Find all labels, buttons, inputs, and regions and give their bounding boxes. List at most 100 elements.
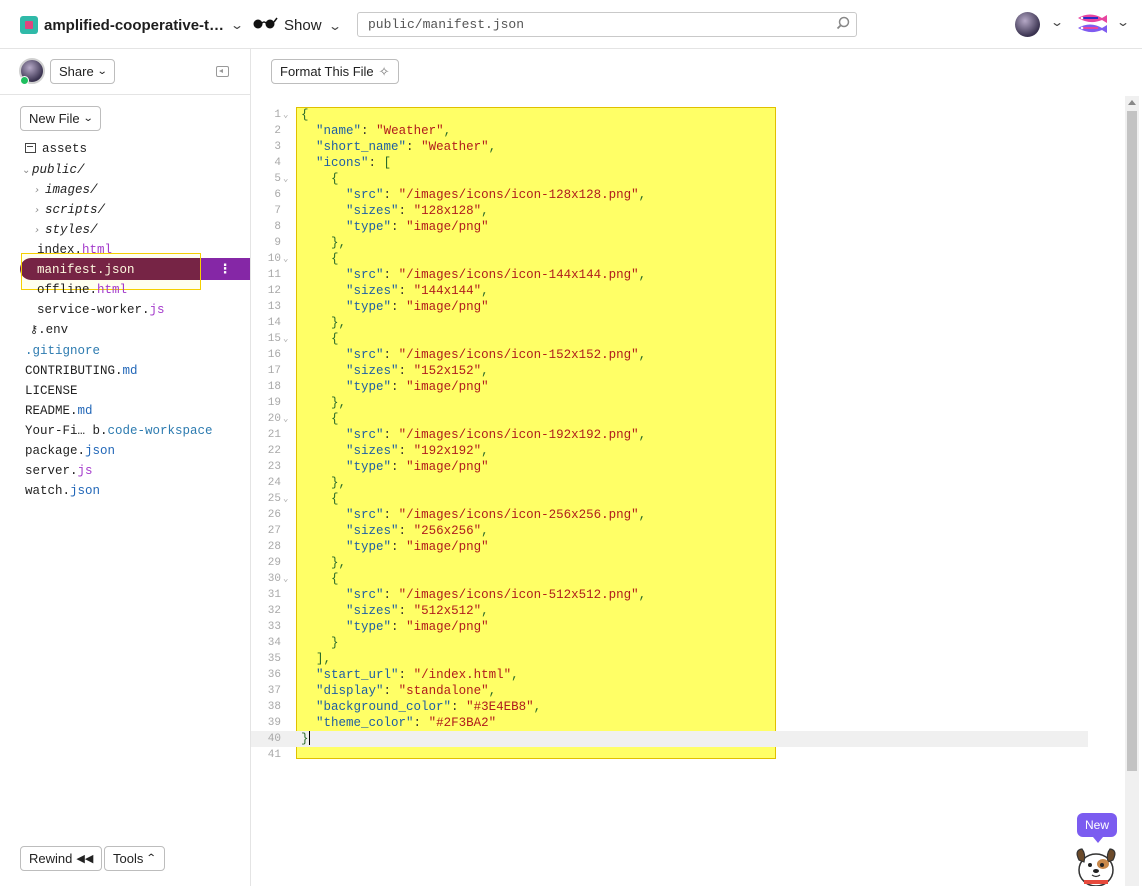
code-line[interactable]: 41 [251,747,1088,763]
file-item-manifest-json[interactable]: manifest.json [37,260,135,280]
search-input[interactable] [358,13,818,36]
new-badge[interactable]: New [1077,813,1117,843]
file-item-env[interactable]: ⚷.env [30,320,68,340]
line-number: 26 [267,509,281,521]
folder-item-scripts[interactable]: › scripts/ [35,200,105,220]
line-number: 23 [267,461,281,473]
code-line[interactable]: 1 ⌄ { [251,107,1088,123]
file-item-server-js[interactable]: server.js [25,461,93,481]
code-text: }, [301,316,347,330]
code-line[interactable]: 12 "sizes": "144x144", [251,283,1088,299]
code-line[interactable]: 35 ], [251,651,1088,667]
code-line[interactable]: 20 ⌄ { [251,411,1088,427]
line-number: 19 [267,397,281,409]
code-line[interactable]: 22 "sizes": "192x192", [251,443,1088,459]
line-number: 16 [267,349,281,361]
code-line[interactable]: 27 "sizes": "256x256", [251,523,1088,539]
code-line[interactable]: 14 }, [251,315,1088,331]
code-line[interactable]: 8 "type": "image/png" [251,219,1088,235]
code-line[interactable]: 24 }, [251,475,1088,491]
code-line[interactable]: 5 ⌄ { [251,171,1088,187]
code-line[interactable]: 16 "src": "/images/icons/icon-152x152.pn… [251,347,1088,363]
code-line[interactable]: 25 ⌄ { [251,491,1088,507]
file-item-license[interactable]: LICENSE [25,381,78,401]
scrollbar-thumb[interactable] [1127,111,1137,771]
scroll-up-arrow-icon[interactable] [1128,100,1136,105]
chevron-down-icon[interactable]: ⌄ [1050,15,1064,29]
code-line[interactable]: 30 ⌄ { [251,571,1088,587]
rewind-button[interactable]: Rewind ◀◀ [20,846,103,871]
fold-toggle-icon[interactable]: ⌄ [283,107,288,123]
file-item-readme-md[interactable]: README.md [25,401,93,421]
format-file-button[interactable]: Format This File ✧ [271,59,399,84]
file-item-code-workspace[interactable]: Your-Fi… b.code-workspace [25,421,213,441]
show-button[interactable]: Show ⌄ [252,16,342,35]
code-line[interactable]: 10 ⌄ { [251,251,1088,267]
code-line[interactable]: 4 "icons": [ [251,155,1088,171]
code-line[interactable]: 17 "sizes": "152x152", [251,363,1088,379]
sidebar-header: Share ⌄ [0,49,250,95]
code-line[interactable]: 29 }, [251,555,1088,571]
tools-button[interactable]: Tools ⌃ [104,846,165,871]
code-line[interactable]: 37 "display": "standalone", [251,683,1088,699]
user-avatar[interactable] [1015,12,1040,37]
glasses-icon [252,16,278,35]
code-line[interactable]: 40} [251,731,1088,747]
chevron-down-icon[interactable]: ⌄ [1116,15,1130,29]
project-menu[interactable]: amplified-cooperative-t… ⌄ [20,16,244,34]
file-item-service-worker-js[interactable]: service-worker.js [37,300,165,320]
code-line[interactable]: 11 "src": "/images/icons/icon-144x144.pn… [251,267,1088,283]
code-line[interactable]: 32 "sizes": "512x512", [251,603,1088,619]
file-item-index-html[interactable]: index.html [37,240,112,260]
code-line[interactable]: 39 "theme_color": "#2F3BA2" [251,715,1088,731]
code-line[interactable]: 2 "name": "Weather", [251,123,1088,139]
code-line[interactable]: 34 } [251,635,1088,651]
file-item-package-json[interactable]: package.json [25,441,115,461]
code-line[interactable]: 15 ⌄ { [251,331,1088,347]
file-item-watch-json[interactable]: watch.json [25,481,100,501]
fold-toggle-icon[interactable]: ⌄ [283,491,288,507]
fold-toggle-icon[interactable]: ⌄ [283,251,288,267]
file-ext: html [97,283,128,297]
file-name: manifest.json [37,263,135,277]
code-line[interactable]: 23 "type": "image/png" [251,459,1088,475]
fold-toggle-icon[interactable]: ⌄ [283,571,288,587]
code-line[interactable]: 38 "background_color": "#3E4EB8", [251,699,1088,715]
code-line[interactable]: 13 "type": "image/png" [251,299,1088,315]
code-line[interactable]: 18 "type": "image/png" [251,379,1088,395]
file-item-assets[interactable]: assets [25,139,87,159]
line-number: 17 [267,365,281,377]
fold-toggle-icon[interactable]: ⌄ [283,331,288,347]
code-line[interactable]: 28 "type": "image/png" [251,539,1088,555]
code-line[interactable]: 6 "src": "/images/icons/icon-128x128.png… [251,187,1088,203]
code-line[interactable]: 19 }, [251,395,1088,411]
code-line[interactable]: 21 "src": "/images/icons/icon-192x192.pn… [251,427,1088,443]
code-line[interactable]: 31 "src": "/images/icons/icon-512x512.pn… [251,587,1088,603]
code-line[interactable]: 3 "short_name": "Weather", [251,139,1088,155]
dog-mascot-icon[interactable] [1070,840,1122,886]
folder-item-images[interactable]: › images/ [35,180,98,200]
code-line[interactable]: 36 "start_url": "/index.html", [251,667,1088,683]
glitch-fish-logo-icon[interactable] [1076,13,1108,35]
fold-toggle-icon[interactable]: ⌄ [283,171,288,187]
folder-item-styles[interactable]: › styles/ [35,220,98,240]
vertical-scrollbar[interactable] [1125,96,1139,886]
code-line[interactable]: 7 "sizes": "128x128", [251,203,1088,219]
line-number: 28 [267,541,281,553]
file-name: LICENSE [25,384,78,398]
code-line[interactable]: 9 }, [251,235,1088,251]
file-item-contributing-md[interactable]: CONTRIBUTING.md [25,361,138,381]
search-bar[interactable] [357,12,857,37]
share-button[interactable]: Share ⌄ [50,59,116,84]
collapse-sidebar-icon[interactable] [216,66,229,77]
file-options-button[interactable]: ⋮ [200,258,250,280]
new-file-button[interactable]: New File ⌄ [20,106,101,131]
search-icon[interactable] [836,16,850,33]
file-item-gitignore[interactable]: .gitignore [25,341,100,361]
code-line[interactable]: 33 "type": "image/png" [251,619,1088,635]
code-text: { [301,572,339,586]
code-line[interactable]: 26 "src": "/images/icons/icon-256x256.pn… [251,507,1088,523]
file-item-offline-html[interactable]: offline.html [37,280,127,300]
fold-toggle-icon[interactable]: ⌄ [283,411,288,427]
folder-item-public[interactable]: ⌄ public/ [22,160,85,180]
